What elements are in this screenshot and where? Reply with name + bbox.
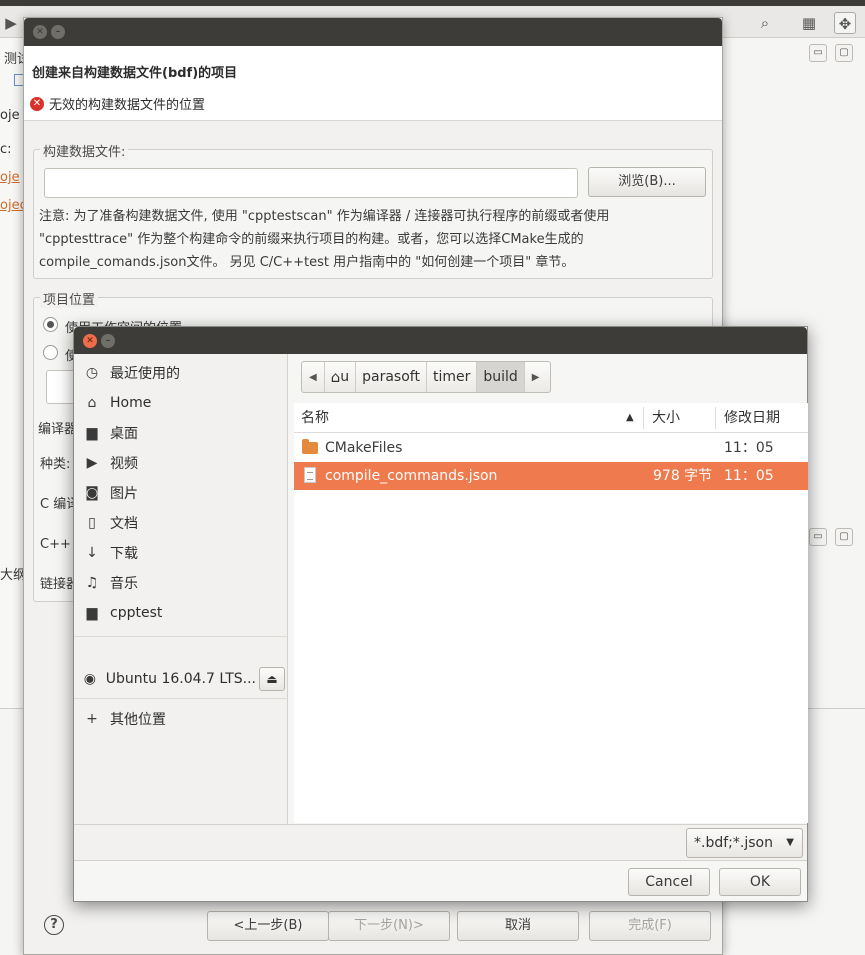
column-separator bbox=[643, 407, 644, 429]
text-fragment: c: bbox=[0, 142, 12, 157]
file-name: CMakeFiles bbox=[325, 440, 403, 456]
chooser-titlebar: ✕ – bbox=[74, 327, 807, 354]
place-pictures[interactable]: ◙ 图片 bbox=[74, 479, 288, 507]
error-message: ✕ 无效的构建数据文件的位置 bbox=[30, 94, 205, 113]
finish-button[interactable]: 完成(F) bbox=[589, 911, 711, 941]
outline-tab-fragment[interactable]: 大纲 bbox=[0, 564, 24, 583]
path-forward-icon[interactable]: ▶ bbox=[525, 362, 547, 392]
path-segment[interactable]: parasoft bbox=[356, 362, 427, 392]
eject-icon[interactable]: ⏏ bbox=[259, 667, 285, 691]
place-music[interactable]: ♫ 音乐 bbox=[74, 569, 288, 597]
place-device[interactable]: ◉ Ubuntu 16.04.7 LTS... bbox=[74, 665, 256, 693]
filter-value: *.bdf;*.json bbox=[694, 835, 773, 851]
link-fragment[interactable]: ojec bbox=[0, 198, 24, 213]
help-icon[interactable]: ? bbox=[44, 915, 64, 935]
download-icon: ↓ bbox=[86, 545, 98, 561]
folder-icon: ▆ bbox=[86, 425, 98, 441]
workspace-location-radio[interactable] bbox=[43, 317, 58, 332]
bdf-path-input[interactable] bbox=[44, 168, 578, 198]
sort-asc-icon: ▲ bbox=[626, 412, 634, 423]
place-videos[interactable]: ▶ 视频 bbox=[74, 449, 288, 477]
close-icon[interactable]: ✕ bbox=[83, 334, 97, 348]
location-input[interactable] bbox=[46, 370, 76, 404]
plus-icon: + bbox=[86, 711, 98, 727]
cancel-button[interactable]: 取消 bbox=[457, 911, 579, 941]
folder-icon: ▆ bbox=[86, 605, 98, 621]
wizard-title: 创建来自构建数据文件(bdf)的项目 bbox=[32, 66, 238, 81]
move-icon[interactable]: ✥ bbox=[834, 12, 856, 34]
file-chooser-dialog: ✕ – ◷ 最近使用的 ⌂ Home ▆ 桌面 ▶ 视频 ◙ 图片 ▯ 文档 ↓ bbox=[73, 326, 808, 902]
maximize-icon[interactable]: ▢ bbox=[835, 44, 853, 62]
file-list: 名称 ▲ 大小 修改日期 CMakeFiles 11：05 compile_co… bbox=[294, 403, 808, 823]
path-home[interactable]: ⌂ u bbox=[325, 362, 357, 392]
next-button[interactable]: 下一步(N)> bbox=[328, 911, 450, 941]
home-icon: ⌂ bbox=[330, 368, 341, 386]
file-row-selected[interactable]: compile_commands.json 978 字节 11：05 bbox=[294, 462, 808, 490]
ide-left-panel: 测试 oje c: oje ojec 大纲 bbox=[0, 38, 28, 708]
places-sidebar: ◷ 最近使用的 ⌂ Home ▆ 桌面 ▶ 视频 ◙ 图片 ▯ 文档 ↓ 下载 … bbox=[74, 354, 288, 824]
minimize-icon[interactable]: – bbox=[101, 334, 115, 348]
column-separator bbox=[715, 407, 716, 429]
sidebar-separator bbox=[74, 698, 288, 699]
error-icon: ✕ bbox=[30, 96, 44, 111]
file-modified: 11：05 bbox=[724, 468, 774, 484]
filter-bar: *.bdf;*.json ▼ bbox=[74, 824, 807, 861]
compiler-kind-label: 种类: bbox=[40, 457, 71, 472]
clock-icon: ◷ bbox=[85, 365, 99, 381]
file-icon bbox=[304, 467, 316, 483]
path-segment[interactable]: build bbox=[477, 362, 525, 392]
home-icon: ⌂ bbox=[87, 395, 97, 411]
place-recent[interactable]: ◷ 最近使用的 bbox=[74, 359, 288, 387]
camera-icon: ◙ bbox=[85, 485, 99, 501]
minimize-icon[interactable]: – bbox=[51, 25, 65, 39]
video-icon: ▶ bbox=[86, 455, 98, 471]
path-bar: ◀ ⌂ u parasoft timer build ▶ bbox=[301, 361, 551, 393]
close-icon[interactable]: ✕ bbox=[33, 25, 47, 39]
custom-location-radio[interactable] bbox=[43, 345, 58, 360]
wizard-titlebar: ✕ – bbox=[24, 18, 722, 46]
file-list-header: 名称 ▲ 大小 修改日期 bbox=[294, 403, 808, 433]
file-size: 978 字节 bbox=[653, 468, 713, 484]
path-back-icon[interactable]: ◀ bbox=[302, 362, 325, 392]
bdf-group-label: 构建数据文件: bbox=[40, 141, 129, 160]
minimize-icon[interactable]: ▭ bbox=[809, 44, 827, 62]
chevron-down-icon: ▼ bbox=[786, 837, 794, 848]
place-documents[interactable]: ▯ 文档 bbox=[74, 509, 288, 537]
file-row[interactable]: CMakeFiles 11：05 bbox=[294, 434, 808, 462]
file-filter-select[interactable]: *.bdf;*.json ▼ bbox=[686, 828, 803, 858]
document-icon: ▯ bbox=[88, 515, 96, 531]
wizard-header: 创建来自构建数据文件(bdf)的项目 ✕ 无效的构建数据文件的位置 bbox=[24, 46, 722, 121]
place-home[interactable]: ⌂ Home bbox=[74, 389, 288, 417]
column-size[interactable]: 大小 bbox=[652, 403, 680, 433]
chooser-cancel-button[interactable]: Cancel bbox=[628, 868, 710, 896]
file-name: compile_commands.json bbox=[325, 468, 498, 484]
search-icon[interactable]: ⌕ bbox=[754, 12, 776, 34]
path-segment[interactable]: timer bbox=[427, 362, 478, 392]
run-icon[interactable]: ▶ bbox=[0, 12, 22, 34]
bdf-group: 构建数据文件: 浏览(B)... 注意: 为了准备构建数据文件, 使用 "cpp… bbox=[33, 141, 713, 279]
column-modified[interactable]: 修改日期 bbox=[724, 403, 780, 433]
minimize-icon[interactable]: ▭ bbox=[809, 528, 827, 546]
error-text: 无效的构建数据文件的位置 bbox=[49, 98, 206, 113]
link-fragment[interactable]: oje bbox=[0, 170, 24, 185]
compiler-group-label: 编译器 bbox=[38, 422, 78, 437]
place-cpptest[interactable]: ▆ cpptest bbox=[74, 599, 288, 627]
folder-icon bbox=[302, 439, 318, 454]
chooser-ok-button[interactable]: OK bbox=[719, 868, 801, 896]
place-downloads[interactable]: ↓ 下载 bbox=[74, 539, 288, 567]
file-modified: 11：05 bbox=[724, 440, 774, 456]
text-fragment: oje bbox=[0, 108, 20, 123]
back-button[interactable]: <上一步(B) bbox=[207, 911, 329, 941]
column-name[interactable]: 名称 bbox=[301, 403, 329, 433]
maximize-icon[interactable]: ▢ bbox=[835, 528, 853, 546]
place-other-locations[interactable]: + 其他位置 bbox=[74, 705, 288, 733]
place-desktop[interactable]: ▆ 桌面 bbox=[74, 419, 288, 447]
disc-icon: ◉ bbox=[83, 671, 96, 687]
bdf-note: 注意: 为了准备构建数据文件, 使用 "cpptestscan" 作为编译器 /… bbox=[39, 209, 610, 270]
location-group-label: 项目位置 bbox=[40, 289, 99, 308]
perspective-icon[interactable]: ▦ bbox=[798, 12, 820, 34]
browse-button[interactable]: 浏览(B)... bbox=[588, 167, 706, 197]
sidebar-separator bbox=[74, 636, 288, 637]
music-icon: ♫ bbox=[85, 575, 99, 591]
